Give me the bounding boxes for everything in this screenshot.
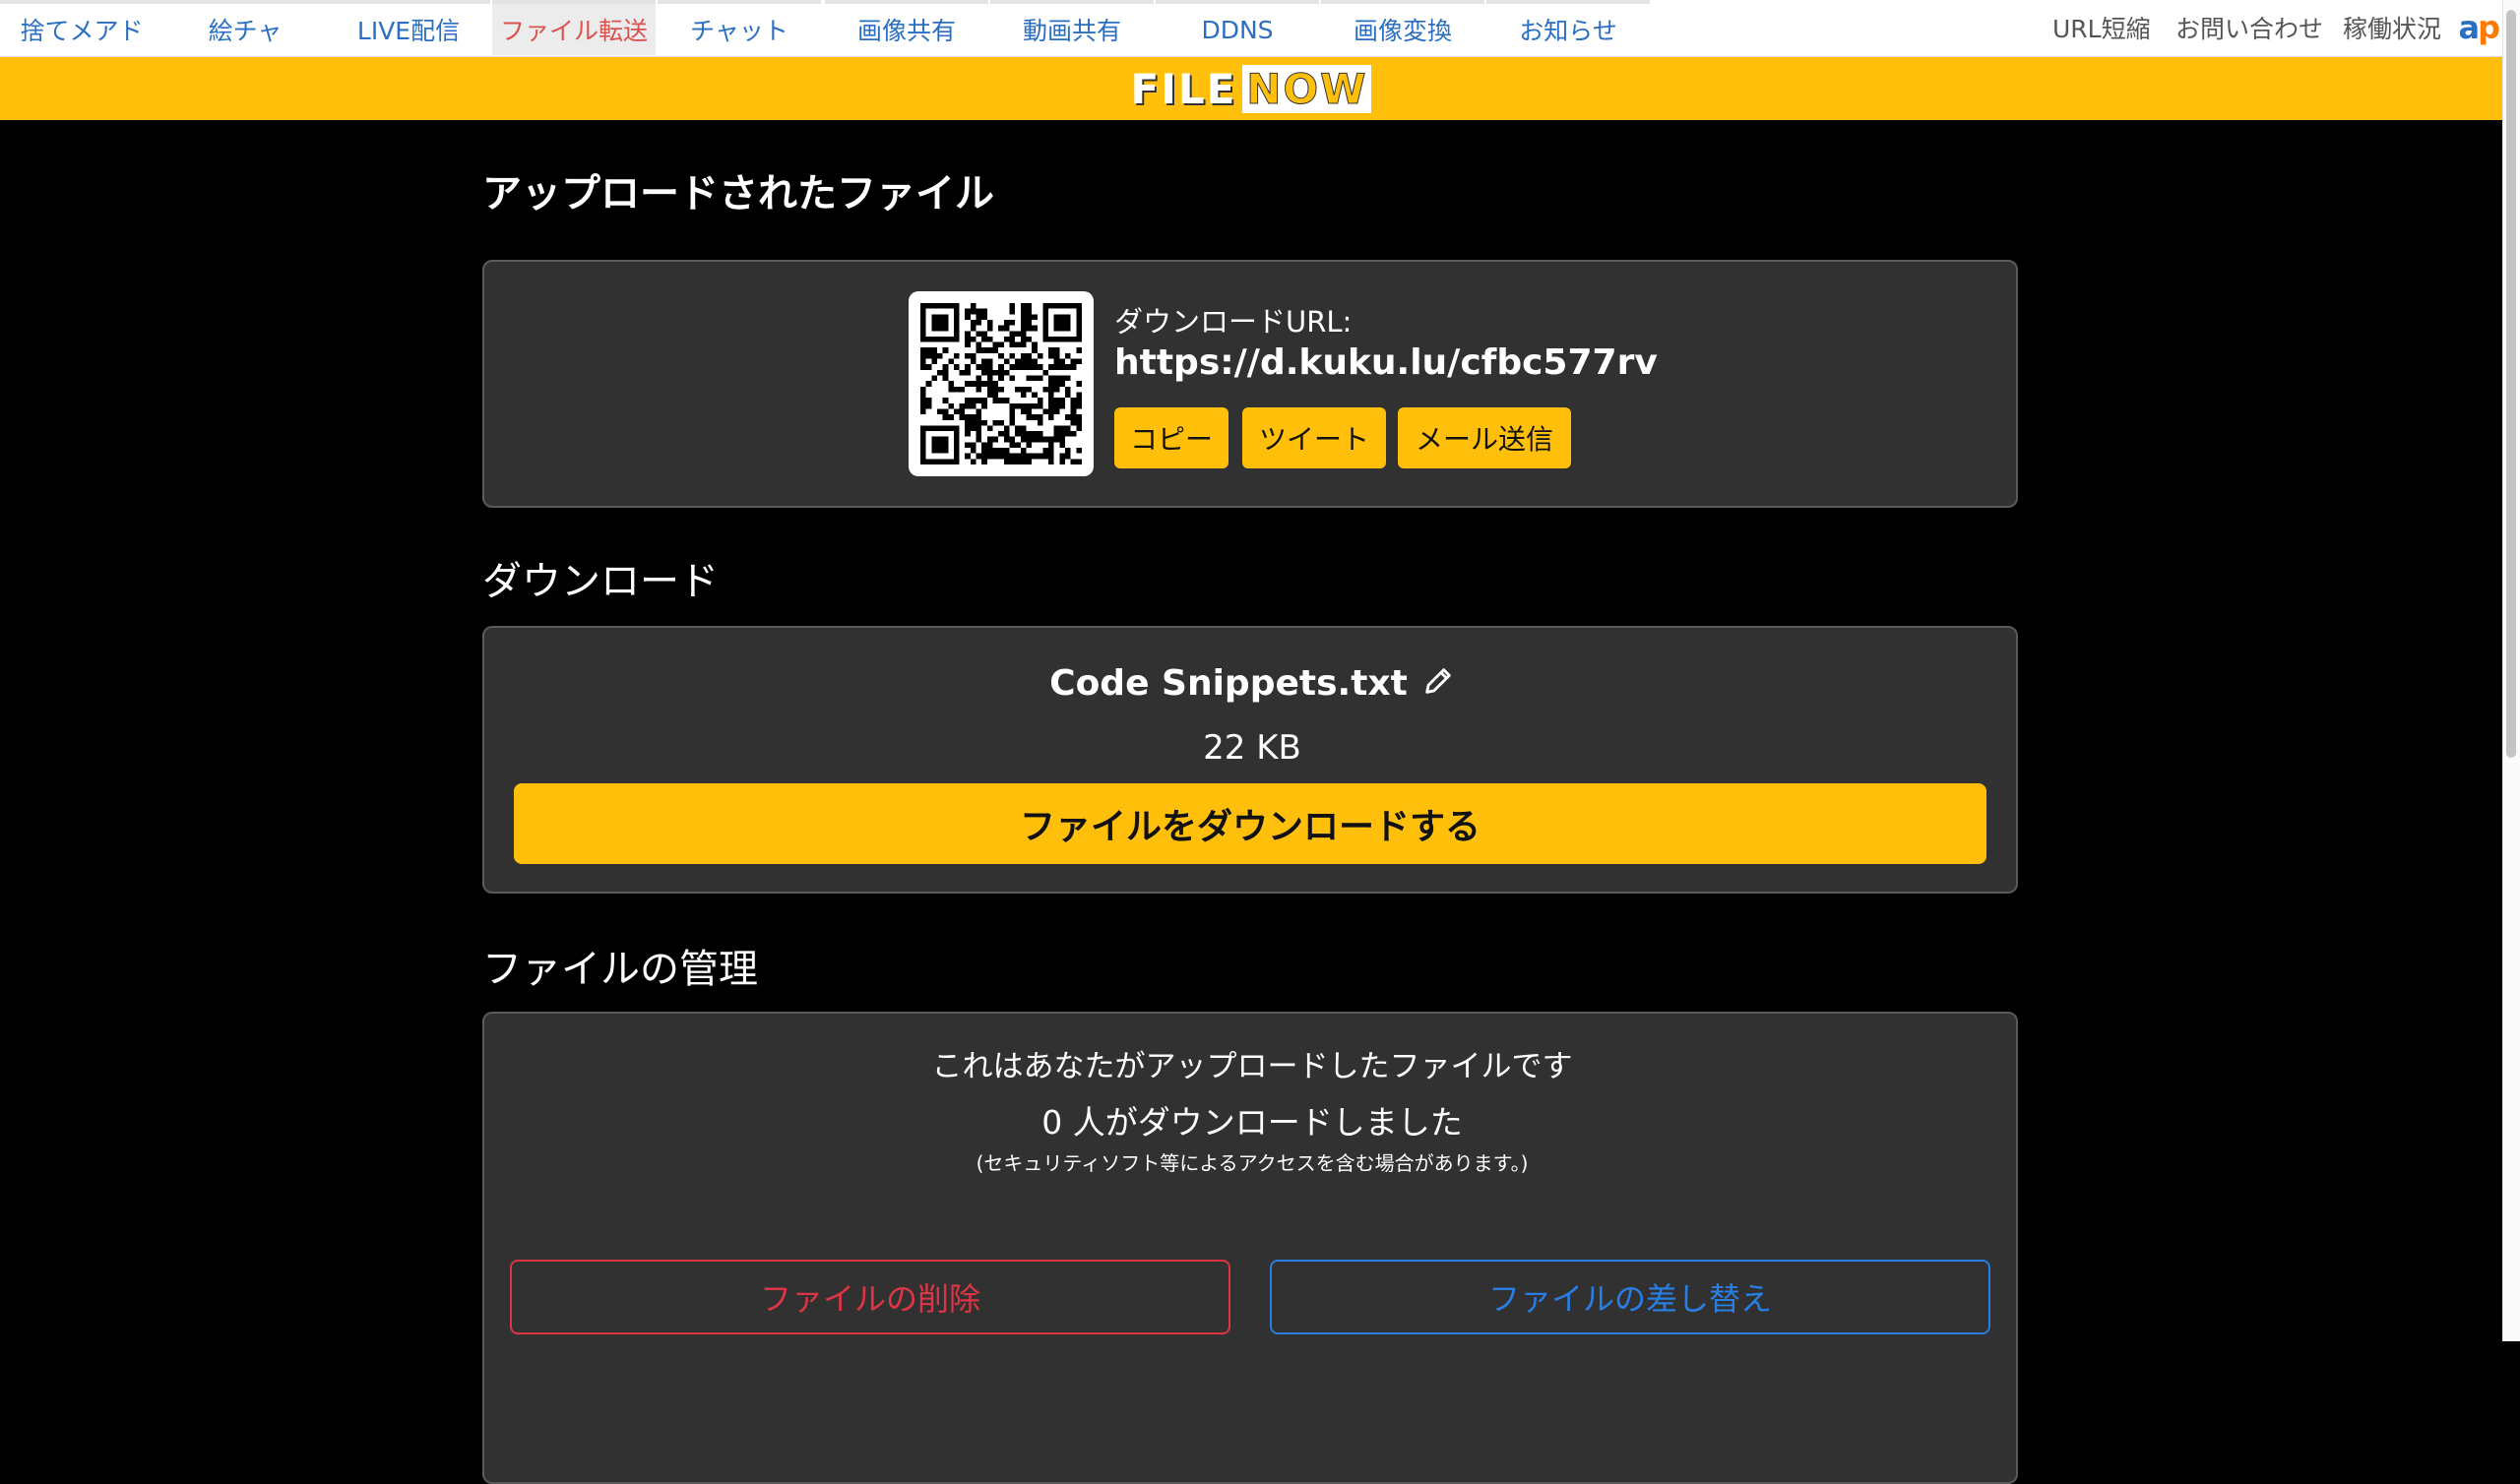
- copy-button[interactable]: コピー: [1114, 407, 1228, 468]
- file-name: Code Snippets.txt: [484, 663, 2020, 707]
- tab-news[interactable]: お知らせ: [1486, 0, 1650, 55]
- pencil-icon[interactable]: [1421, 664, 1455, 707]
- brand-mark[interactable]: ap: [2459, 10, 2500, 45]
- uploaded-title: アップロードされたファイル: [482, 171, 994, 216]
- tab-image-share[interactable]: 画像共有: [825, 0, 988, 55]
- tweet-button[interactable]: ツイート: [1242, 407, 1386, 468]
- download-file-button[interactable]: ファイルをダウンロードする: [514, 783, 1986, 864]
- manage-panel: これはあなたがアップロードしたファイルです 0 人がダウンロードしました (セキ…: [482, 1012, 2018, 1484]
- share-panel: ダウンロードURL: https://d.kuku.lu/cfbc577rv コ…: [482, 260, 2018, 508]
- send-mail-button[interactable]: メール送信: [1398, 407, 1571, 468]
- qr-code-image: [920, 303, 1082, 464]
- download-title: ダウンロード: [482, 559, 719, 604]
- file-size: 22 KB: [1203, 728, 1301, 768]
- replace-file-button[interactable]: ファイルの差し替え: [1270, 1260, 1990, 1334]
- file-name-text: Code Snippets.txt: [1049, 663, 1408, 704]
- tab-image-convert[interactable]: 画像変換: [1321, 0, 1484, 55]
- tab-video-share[interactable]: 動画共有: [990, 0, 1154, 55]
- tab-file-transfer[interactable]: ファイル転送: [492, 0, 656, 55]
- header-banner: FILE NOW: [0, 57, 2502, 120]
- qr-code: [909, 291, 1094, 476]
- tab-live-stream[interactable]: LIVE配信: [327, 0, 490, 55]
- tab-oekaki-chat[interactable]: 絵チャ: [163, 0, 327, 55]
- download-count: 0 人がダウンロードしました: [1041, 1103, 1463, 1142]
- manage-title: ファイルの管理: [482, 947, 758, 992]
- owner-note: これはあなたがアップロードしたファイルです: [931, 1049, 1573, 1084]
- tab-disposable-email[interactable]: 捨てメアド: [0, 0, 163, 55]
- link-contact[interactable]: お問い合わせ: [2175, 0, 2323, 55]
- tab-chat[interactable]: チャット: [658, 0, 821, 55]
- link-url-shortener[interactable]: URL短縮: [2052, 0, 2151, 55]
- scrollbar-thumb[interactable]: [2506, 10, 2516, 758]
- link-status[interactable]: 稼働状況: [2343, 0, 2441, 55]
- download-url-label: ダウンロードURL:: [1114, 305, 1353, 339]
- top-nav: 捨てメアド 絵チャ LIVE配信 ファイル転送 チャット 画像共有 動画共有 D…: [0, 0, 2520, 57]
- tab-ddns[interactable]: DDNS: [1156, 0, 1319, 55]
- download-panel: Code Snippets.txt 22 KB ファイルをダウンロードする: [482, 626, 2018, 894]
- filenow-logo[interactable]: FILE NOW: [1131, 64, 1372, 113]
- delete-file-button[interactable]: ファイルの削除: [510, 1260, 1230, 1334]
- scrollbar[interactable]: [2502, 0, 2520, 1341]
- security-note: (セキュリティソフト等によるアクセスを含む場合があります。): [976, 1151, 1529, 1175]
- download-url[interactable]: https://d.kuku.lu/cfbc577rv: [1114, 342, 1658, 383]
